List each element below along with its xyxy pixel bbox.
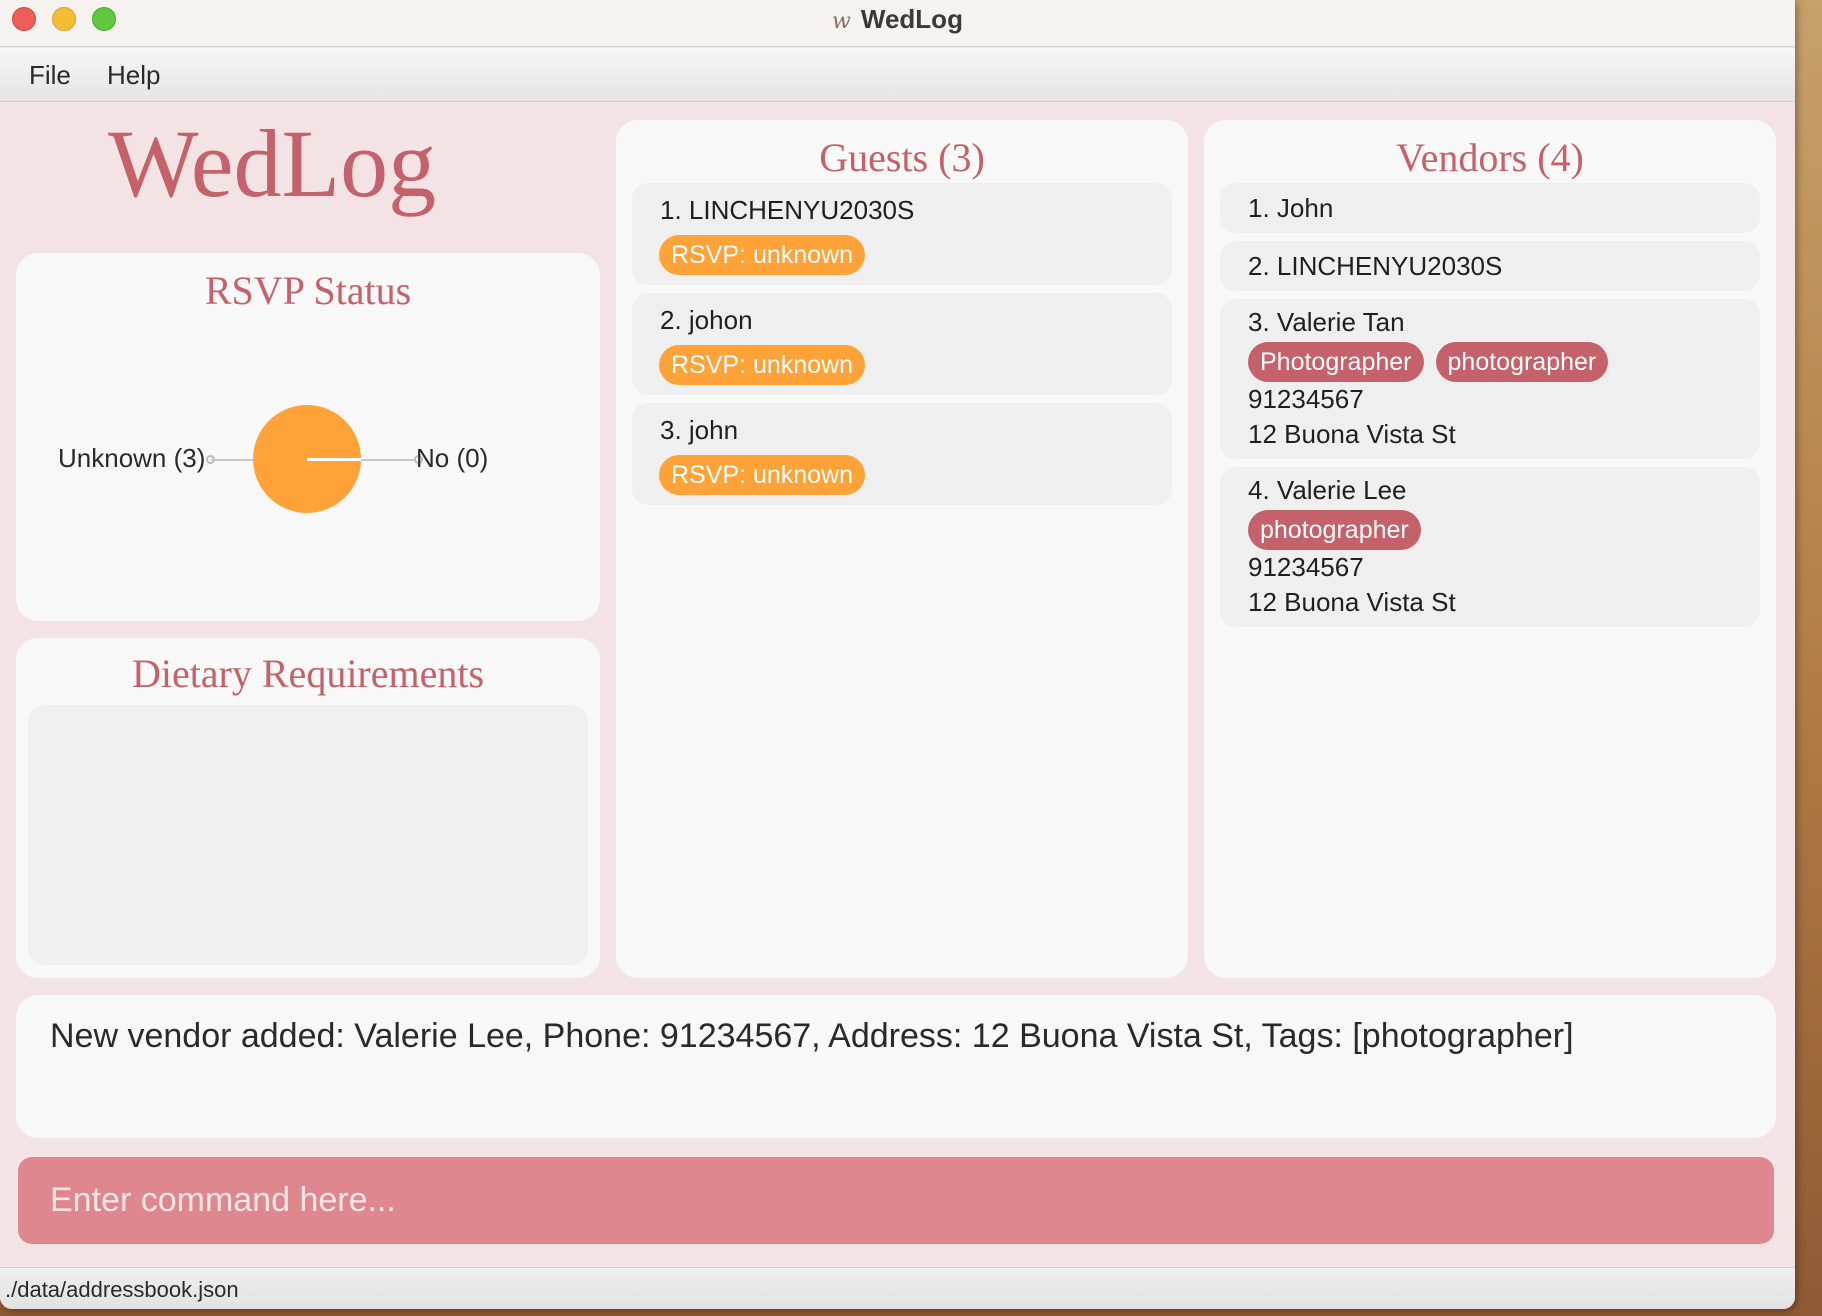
wedlog-logo: WedLog bbox=[108, 108, 508, 238]
result-display: New vendor added: Valerie Lee, Phone: 91… bbox=[16, 995, 1776, 1138]
vendor-phone: 91234567 bbox=[1248, 552, 1364, 582]
guest-name: 2. johon bbox=[660, 305, 753, 335]
guest-card[interactable]: 2. johon RSVP: unknown bbox=[632, 293, 1172, 395]
vendor-name: 2. LINCHENYU2030S bbox=[1248, 251, 1503, 281]
vendor-card[interactable]: 2. LINCHENYU2030S bbox=[1220, 241, 1760, 291]
pie-leader-line-right bbox=[361, 459, 417, 461]
rsvp-tag: RSVP: unknown bbox=[659, 455, 866, 495]
vendor-address: 12 Buona Vista St bbox=[1248, 419, 1456, 449]
dietary-requirements-list[interactable] bbox=[28, 705, 588, 965]
rsvp-status-panel: RSVP Status Unknown (3) No (0) bbox=[16, 253, 600, 621]
vendor-tags: Photographer photographer bbox=[1248, 342, 1620, 382]
pie-slice-divider bbox=[307, 458, 361, 461]
status-bar: ./data/addressbook.json bbox=[0, 1267, 1795, 1309]
guest-card[interactable]: 3. john RSVP: unknown bbox=[632, 403, 1172, 505]
menu-help[interactable]: Help bbox=[107, 60, 160, 91]
logo-text: WedLog bbox=[108, 110, 437, 217]
menu-bar: File Help bbox=[0, 48, 1795, 102]
data-file-path: ./data/addressbook.json bbox=[5, 1277, 239, 1302]
pie-label-no: No (0) bbox=[416, 443, 489, 473]
dietary-requirements-title: Dietary Requirements bbox=[131, 651, 485, 696]
pie-label-unknown: Unknown (3) bbox=[58, 443, 206, 473]
app-window: w WedLog File Help WedLog RSVP Status Unk… bbox=[0, 0, 1795, 1309]
guest-name: 3. john bbox=[660, 415, 739, 445]
vendor-tag: Photographer bbox=[1248, 342, 1424, 382]
vendor-phone: 91234567 bbox=[1248, 384, 1364, 414]
vendor-card[interactable]: 3. Valerie Tan Photographer photographer … bbox=[1220, 299, 1760, 459]
command-box bbox=[18, 1157, 1774, 1244]
vendors-title: Vendors (4) bbox=[1396, 135, 1584, 180]
vendor-name: 3. Valerie Tan bbox=[1248, 307, 1405, 337]
vendor-address: 12 Buona Vista St bbox=[1248, 587, 1456, 617]
menu-file[interactable]: File bbox=[29, 60, 71, 91]
vendor-name: 4. Valerie Lee bbox=[1248, 475, 1407, 505]
vendors-panel: Vendors (4) 1. John 2. LINCHENYU2030S 3.… bbox=[1204, 120, 1776, 978]
window-title: w WedLog bbox=[0, 4, 1795, 35]
rsvp-tag: RSVP: unknown bbox=[659, 345, 866, 385]
guest-card[interactable]: 1. LINCHENYU2030S RSVP: unknown bbox=[632, 183, 1172, 285]
result-message: New vendor added: Valerie Lee, Phone: 91… bbox=[50, 1017, 1574, 1055]
vendor-name: 1. John bbox=[1248, 193, 1334, 223]
command-input[interactable] bbox=[18, 1157, 1774, 1244]
rsvp-status-title: RSVP Status bbox=[204, 268, 412, 313]
vendor-tag: photographer bbox=[1435, 342, 1609, 382]
guests-panel: Guests (3) 1. LINCHENYU2030S RSVP: unkno… bbox=[616, 120, 1188, 978]
title-bar[interactable]: w WedLog bbox=[0, 0, 1795, 47]
guest-name: 1. LINCHENYU2030S bbox=[660, 195, 915, 225]
window-title-text: WedLog bbox=[860, 4, 963, 34]
vendor-tags: photographer bbox=[1248, 510, 1433, 550]
rsvp-tag: RSVP: unknown bbox=[659, 235, 866, 275]
app-icon: w bbox=[832, 9, 851, 34]
dietary-requirements-panel: Dietary Requirements bbox=[16, 638, 600, 978]
vendor-tag: photographer bbox=[1248, 510, 1421, 550]
guests-title: Guests (3) bbox=[819, 135, 985, 180]
vendor-card[interactable]: 4. Valerie Lee photographer 91234567 12 … bbox=[1220, 467, 1760, 627]
pie-leader-line-left bbox=[211, 459, 253, 461]
vendor-card[interactable]: 1. John bbox=[1220, 183, 1760, 233]
